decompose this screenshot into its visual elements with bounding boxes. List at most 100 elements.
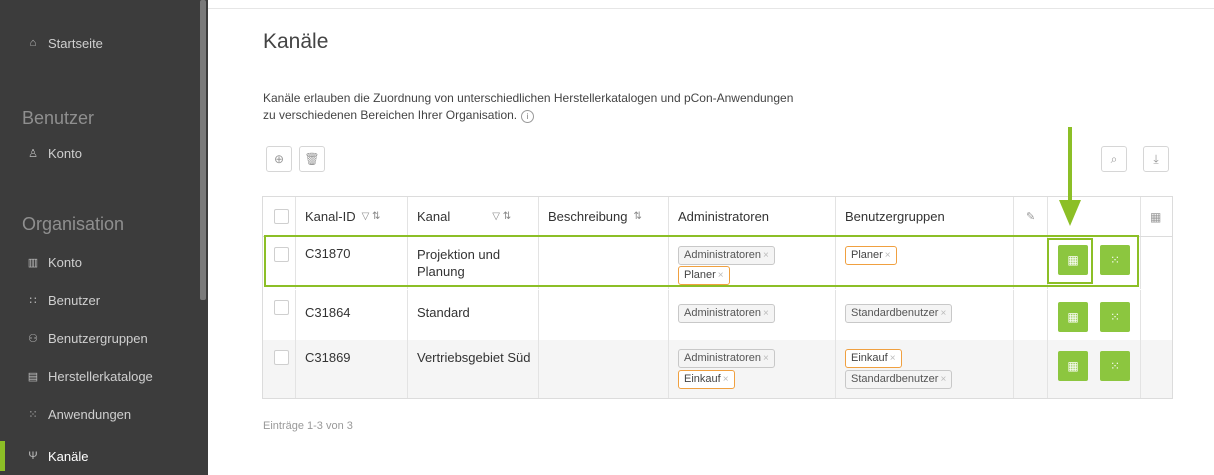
sidebar-item-label: Benutzergruppen	[48, 330, 148, 346]
catalogs-button[interactable]: ▦	[1058, 351, 1088, 381]
columns-grid-icon[interactable]: ▦	[1150, 210, 1161, 224]
sidebar-item-organisation-konto[interactable]: ▥ Konto	[0, 243, 200, 281]
applications-button[interactable]: ⁙	[1100, 351, 1130, 381]
top-divider	[208, 8, 1214, 9]
cell-kanal-id: C31870	[305, 246, 351, 261]
sidebar-item-label: Startseite	[48, 35, 103, 51]
remove-tag-icon[interactable]: ×	[763, 353, 769, 364]
building-icon: ▥	[27, 256, 39, 269]
admin-tag[interactable]: Administratoren ×	[678, 246, 775, 265]
annotation-arrow-down-icon	[1059, 200, 1081, 226]
download-button[interactable]: ⤓	[1143, 146, 1169, 172]
header-label: Administratoren	[678, 209, 770, 224]
sidebar-item-startseite[interactable]: ⌂ Startseite	[0, 24, 200, 62]
delete-button[interactable]: 🗑	[299, 146, 325, 172]
header-label: Beschreibung	[548, 209, 628, 224]
cell-kanal-id: C31869	[305, 350, 351, 365]
group-tag[interactable]: Planer ×	[845, 246, 897, 265]
annotation-arrow-shaft	[1068, 127, 1072, 205]
cell-kanal: Projektion und Planung	[417, 247, 501, 279]
group-tag[interactable]: Einkauf ×	[845, 349, 902, 368]
catalog-icon: ▦	[1067, 253, 1079, 267]
header-select-cell	[263, 197, 296, 236]
remove-tag-icon[interactable]: ×	[890, 353, 896, 364]
remove-tag-icon[interactable]: ×	[940, 308, 946, 319]
users-icon: ∷	[29, 294, 37, 307]
header-kanal[interactable]: Kanal ▽ ⇅	[408, 197, 539, 236]
select-all-checkbox[interactable]	[274, 209, 289, 224]
home-icon: ⌂	[29, 37, 37, 49]
apps-grid-icon: ⁙	[28, 408, 38, 421]
table-row[interactable]: C31869 Vertriebsgebiet Süd Administrator…	[263, 340, 1172, 398]
sidebar-item-label: Kanäle	[48, 448, 89, 464]
sidebar-item-label: Konto	[48, 254, 82, 270]
header-edit-cell: ✎	[1014, 197, 1048, 236]
add-button[interactable]: ⊕	[266, 146, 292, 172]
download-icon: ⤓	[1153, 151, 1159, 166]
remove-tag-icon[interactable]: ×	[885, 250, 891, 261]
header-beschreibung[interactable]: Beschreibung ⇅	[539, 197, 669, 236]
filter-sort-icon[interactable]: ▽ ⇅	[362, 211, 381, 222]
cell-kanal-id: C31864	[305, 305, 351, 320]
sidebar-item-anwendungen[interactable]: ⁙ Anwendungen	[0, 395, 200, 433]
table-row[interactable]: C31864 Standard Administratoren × Standar…	[263, 290, 1172, 340]
catalog-icon: ▦	[1067, 310, 1079, 324]
header-label: Kanal-ID	[305, 209, 356, 224]
sidebar: ⌂ Startseite Benutzer ♙ Konto Organisati…	[0, 0, 208, 475]
remove-tag-icon[interactable]: ×	[763, 308, 769, 319]
cell-kanal: Vertriebsgebiet Süd	[417, 350, 531, 365]
header-benutzergruppen: Benutzergruppen	[836, 197, 1014, 236]
sidebar-item-herstellerkataloge[interactable]: ▤ Herstellerkataloge	[0, 357, 200, 395]
plus-circle-icon: ⊕	[273, 152, 285, 166]
group-tag[interactable]: Standardbenutzer ×	[845, 304, 953, 323]
info-icon[interactable]: i	[521, 110, 535, 123]
row-checkbox[interactable]	[274, 300, 289, 315]
group-tag[interactable]: Standardbenutzer ×	[845, 370, 953, 389]
pencil-icon[interactable]: ✎	[1026, 210, 1035, 223]
user-icon: ♙	[28, 147, 38, 160]
pagination-info: Einträge 1-3 von 3	[263, 420, 353, 432]
admin-tag[interactable]: Administratoren ×	[678, 304, 775, 323]
sidebar-item-benutzergruppen[interactable]: ⚇ Benutzergruppen	[0, 319, 200, 357]
header-columns-cell: ▦	[1141, 197, 1172, 236]
header-administratoren: Administratoren	[669, 197, 836, 236]
header-kanal-id[interactable]: Kanal-ID ▽ ⇅	[296, 197, 408, 236]
sidebar-item-benutzer-konto[interactable]: ♙ Konto	[0, 134, 200, 172]
apps-grid-icon: ⁙	[1109, 359, 1121, 373]
applications-button[interactable]: ⁙	[1100, 245, 1130, 275]
sort-icon[interactable]: ⇅	[634, 211, 642, 222]
page-title: Kanäle	[263, 30, 329, 53]
table-header-row: Kanal-ID ▽ ⇅ Kanal ▽ ⇅ Beschreibung ⇅ Ad…	[263, 197, 1172, 237]
applications-button[interactable]: ⁙	[1100, 302, 1130, 332]
catalogs-button[interactable]: ▦	[1058, 302, 1088, 332]
admin-tag[interactable]: Planer ×	[678, 266, 730, 285]
row-checkbox[interactable]	[274, 350, 289, 365]
remove-tag-icon[interactable]: ×	[718, 270, 724, 281]
sidebar-section-organisation: Organisation	[22, 214, 125, 234]
filter-sort-icon[interactable]: ▽ ⇅	[492, 211, 511, 222]
remove-tag-icon[interactable]: ×	[723, 374, 729, 385]
apps-grid-icon: ⁙	[1109, 253, 1121, 267]
sidebar-item-label: Anwendungen	[48, 406, 132, 422]
table-row[interactable]: C31870 Projektion und Planung Administra…	[263, 237, 1172, 289]
search-icon: ⌕	[1110, 151, 1118, 166]
header-label: Kanal	[417, 209, 451, 224]
trash-icon: 🗑	[304, 152, 320, 166]
remove-tag-icon[interactable]: ×	[763, 250, 769, 261]
admin-tag[interactable]: Administratoren ×	[678, 349, 775, 368]
sidebar-section-benutzer: Benutzer	[22, 108, 95, 128]
row-checkbox[interactable]	[274, 247, 289, 262]
admin-tag[interactable]: Einkauf ×	[678, 370, 735, 389]
sidebar-item-label: Benutzer	[48, 292, 101, 308]
sidebar-item-kanaele[interactable]: Ψ Kanäle	[0, 437, 200, 475]
sidebar-scrollbar[interactable]	[200, 0, 206, 300]
channels-table: Kanal-ID ▽ ⇅ Kanal ▽ ⇅ Beschreibung ⇅ Ad…	[262, 196, 1173, 399]
remove-tag-icon[interactable]: ×	[940, 374, 946, 385]
user-group-icon: ⚇	[28, 332, 38, 345]
search-button[interactable]: ⌕	[1101, 146, 1127, 172]
page-description: Kanäle erlauben die Zuordnung von unters…	[263, 90, 803, 124]
channel-icon: Ψ	[28, 450, 38, 462]
catalogs-button[interactable]: ▦	[1058, 245, 1088, 275]
header-label: Benutzergruppen	[845, 209, 945, 224]
sidebar-item-benutzer[interactable]: ∷ Benutzer	[0, 281, 200, 319]
